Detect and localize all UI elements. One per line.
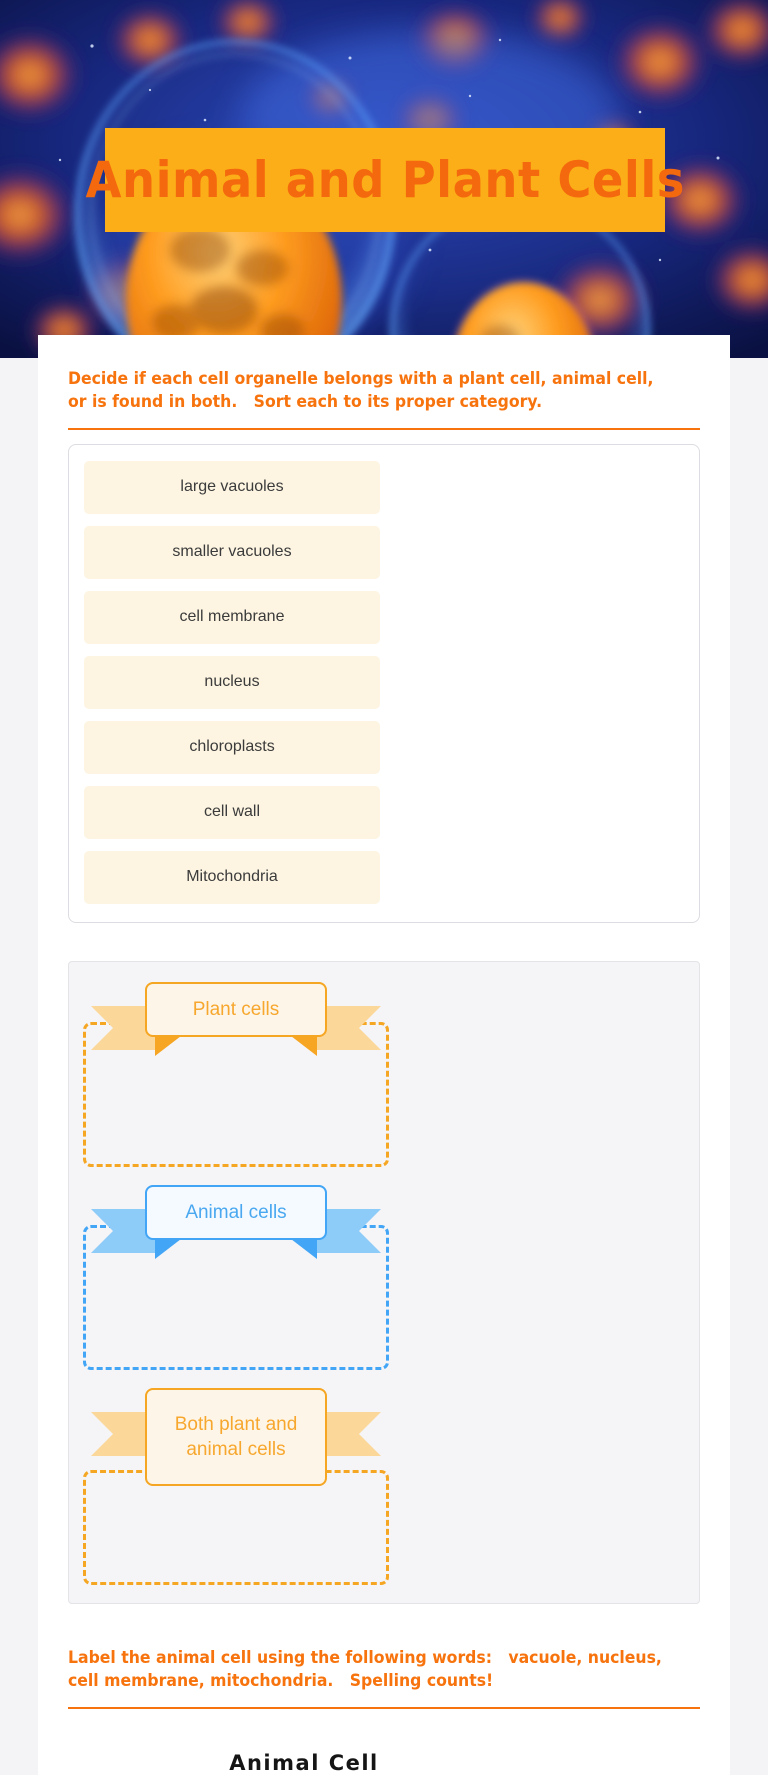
word-tile[interactable]: cell membrane xyxy=(84,590,380,644)
word-tile[interactable]: chloroplasts xyxy=(84,720,380,774)
word-tile[interactable]: cell wall xyxy=(84,785,380,839)
word-tile[interactable]: nucleus xyxy=(84,655,380,709)
dropzone-animal-cells[interactable] xyxy=(83,1224,389,1370)
label-instruction-text: Label the animal cell using the followin… xyxy=(68,1647,668,1691)
category-label: Animal cells xyxy=(145,1184,327,1240)
worksheet-content-card: Decide if each cell organelle belongs wi… xyxy=(38,335,730,1775)
category-both-cells: Both plant and animal cells xyxy=(83,1384,389,1585)
dropzone-both-cells[interactable] xyxy=(83,1469,389,1585)
animal-cell-diagram-section: Animal Cell xyxy=(38,1709,730,1775)
category-drop-area: Plant cells Animal cells Both plant and … xyxy=(68,960,700,1604)
category-plant-cells: Plant cells xyxy=(83,978,389,1167)
label-instruction-block: Label the animal cell using the followin… xyxy=(38,1604,730,1709)
category-label: Both plant and animal cells xyxy=(145,1387,327,1486)
diagram-title: Animal Cell xyxy=(229,1750,379,1775)
sort-instruction-block: Decide if each cell organelle belongs wi… xyxy=(38,335,730,430)
page-title: Animal and Plant Cells xyxy=(85,151,685,209)
worksheet-title-plate: Animal and Plant Cells xyxy=(85,128,684,232)
category-label: Plant cells xyxy=(145,981,327,1037)
word-tile-tray: large vacuoles smaller vacuoles cell mem… xyxy=(68,443,700,923)
instruction-divider xyxy=(68,427,700,430)
word-tile[interactable]: Mitochondria xyxy=(84,850,380,904)
dropzone-plant-cells[interactable] xyxy=(83,1021,389,1167)
category-animal-cells: Animal cells xyxy=(83,1181,389,1370)
word-tile[interactable]: large vacuoles xyxy=(84,460,380,514)
sort-instruction-text: Decide if each cell organelle belongs wi… xyxy=(68,369,659,412)
word-tile[interactable]: smaller vacuoles xyxy=(84,525,380,579)
